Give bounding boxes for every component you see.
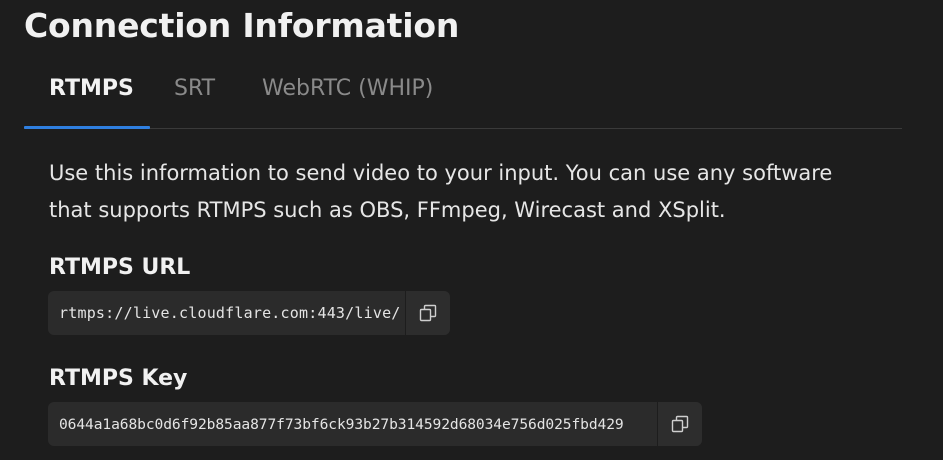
- rtmps-url-label: RTMPS URL: [49, 255, 191, 280]
- rtmps-url-value[interactable]: rtmps://live.cloudflare.com:443/live/: [48, 291, 405, 335]
- active-tab-indicator: [24, 126, 150, 129]
- tab-webrtc-whip[interactable]: WebRTC (WHIP): [262, 76, 433, 101]
- copy-icon: [419, 304, 437, 322]
- protocol-tabs: RTMPS SRT WebRTC (WHIP): [24, 60, 902, 129]
- page-title: Connection Information: [24, 6, 460, 45]
- copy-icon: [671, 415, 689, 433]
- rtmps-key-value[interactable]: 0644a1a68bc0d6f92b85aa877f73bf6ck93b27b3…: [48, 402, 657, 446]
- rtmps-url-field: rtmps://live.cloudflare.com:443/live/: [48, 291, 450, 335]
- tab-rtmps[interactable]: RTMPS: [49, 76, 134, 101]
- connection-information-panel: Connection Information RTMPS SRT WebRTC …: [0, 0, 943, 460]
- copy-key-button[interactable]: [657, 402, 702, 446]
- copy-url-button[interactable]: [405, 291, 450, 335]
- rtmps-key-label: RTMPS Key: [49, 366, 188, 391]
- rtmps-key-field: 0644a1a68bc0d6f92b85aa877f73bf6ck93b27b3…: [48, 402, 702, 446]
- tab-srt[interactable]: SRT: [174, 76, 215, 101]
- instructions-text: Use this information to send video to yo…: [49, 161, 833, 222]
